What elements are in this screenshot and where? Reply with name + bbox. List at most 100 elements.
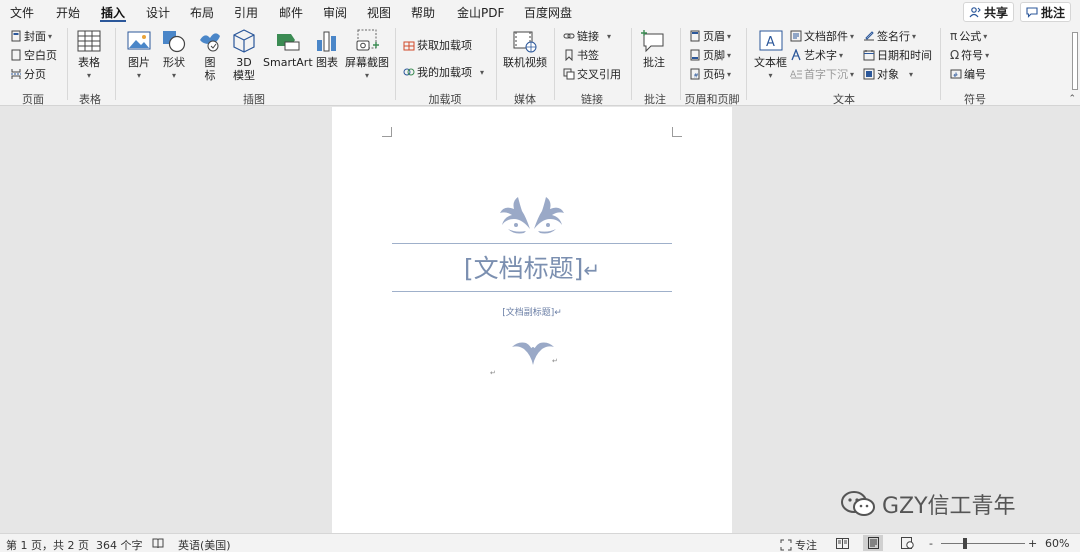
link-button[interactable]: 链接 ▾ — [563, 28, 611, 44]
cross-reference-button[interactable]: 交叉引用 — [563, 66, 621, 82]
cross-reference-icon — [563, 68, 575, 80]
collapse-ribbon-icon[interactable]: ⌃ — [1068, 94, 1076, 104]
screenshot-button[interactable]: 屏幕截图 ▾ — [345, 28, 389, 82]
menu-insert[interactable]: 插入 — [101, 4, 125, 21]
signature-icon — [864, 31, 874, 41]
smartart-button[interactable]: SmartArt — [263, 28, 313, 69]
menu-home[interactable]: 开始 — [56, 4, 80, 21]
picture-icon — [127, 31, 151, 50]
menu-wps-pdf[interactable]: 金山PDF — [457, 4, 504, 21]
equation-button[interactable]: π 公式 ▾ — [950, 28, 987, 44]
bookmark-icon — [565, 49, 573, 61]
signature-line-button[interactable]: 签名行 ▾ — [863, 28, 916, 44]
bottom-ornament-icon — [512, 342, 554, 365]
wordart-button[interactable]: 艺术字 ▾ — [790, 47, 843, 63]
document-page[interactable]: [文档标题]↵ [文档副标题]↵ ↵ ↵ — [332, 107, 732, 533]
bookmark-button[interactable]: 书签 — [563, 47, 599, 63]
chevron-down-icon: ▾ — [86, 71, 91, 80]
text-box-icon: A — [759, 30, 782, 51]
new-comment-button[interactable]: 批注 — [641, 28, 667, 69]
active-tab-indicator — [100, 20, 126, 22]
page-break-label: 分页 — [24, 68, 46, 81]
zoom-level[interactable]: 60% — [1045, 537, 1069, 550]
group-label-comments: 批注 — [644, 93, 666, 106]
share-button[interactable]: 共享 — [963, 2, 1015, 22]
ribbon-separator — [680, 28, 681, 100]
menu-review[interactable]: 审阅 — [323, 4, 347, 21]
drop-cap-button[interactable]: A 首字下沉 ▾ — [790, 66, 854, 82]
header-button[interactable]: 页眉 ▾ — [689, 28, 731, 44]
share-label: 共享 — [984, 5, 1009, 20]
menu-view[interactable]: 视图 — [367, 4, 391, 21]
status-bar: 第 1 页，共 2 页 364 个字 英语(美国) 专注 - + 60% — [0, 533, 1080, 552]
menu-baidu-netdisk[interactable]: 百度网盘 — [524, 4, 572, 21]
document-subtitle[interactable]: [文档副标题]↵ — [332, 305, 732, 318]
footer-button[interactable]: 页脚 ▾ — [689, 47, 731, 63]
paragraph-mark-icon: ↵ — [490, 369, 496, 377]
document-title-text[interactable]: [文档标题] — [464, 254, 584, 283]
numbering-label: 编号 — [964, 68, 986, 81]
footer-label: 页脚 — [703, 49, 725, 62]
word-count[interactable]: 364 个字 — [96, 537, 143, 552]
proofing-icon[interactable] — [152, 537, 164, 552]
ribbon-separator — [67, 28, 68, 100]
group-label-header-footer: 页眉和页脚 — [684, 93, 740, 106]
comments-button[interactable]: 批注 — [1020, 2, 1072, 22]
my-addins-button[interactable]: 我的加载项 ▾ — [403, 64, 484, 80]
print-layout-view-button[interactable] — [863, 535, 883, 551]
comments-label: 批注 — [1041, 5, 1066, 20]
group-label-text: 文本 — [833, 93, 855, 106]
shapes-button[interactable]: 形状 ▾ — [161, 28, 187, 82]
equation-label: 公式 — [959, 30, 982, 43]
scrollbar-thumb[interactable] — [1073, 33, 1077, 89]
blank-page-button[interactable]: 空白页 — [10, 47, 57, 63]
zoom-slider-track[interactable] — [941, 543, 1025, 544]
zoom-in-button[interactable]: + — [1028, 537, 1037, 550]
menu-design[interactable]: 设计 — [146, 4, 170, 21]
chevron-down-icon: ▾ — [983, 31, 988, 41]
store-icon — [403, 41, 415, 51]
3d-model-button[interactable]: 3D 模型 — [231, 28, 257, 82]
menu-layout[interactable]: 布局 — [190, 4, 214, 21]
symbol-button[interactable]: Ω 符号 ▾ — [950, 47, 989, 63]
picture-button[interactable]: 图片 ▾ — [126, 28, 152, 82]
addin-icon — [403, 68, 415, 76]
chevron-down-icon: ▾ — [48, 31, 53, 41]
chevron-down-icon: ▾ — [850, 31, 855, 41]
signature-line-label: 签名行 — [877, 30, 910, 43]
document-subtitle-text[interactable]: [文档副标题] — [502, 308, 554, 318]
get-addins-button[interactable]: 获取加载项 — [403, 37, 472, 53]
zoom-slider-thumb[interactable] — [963, 538, 967, 549]
group-label-illustrations: 插图 — [243, 93, 265, 106]
object-button[interactable]: 对象 ▾ — [863, 66, 913, 82]
page-number-button[interactable]: # 页码 ▾ — [689, 66, 731, 82]
language[interactable]: 英语(美国) — [178, 537, 231, 552]
date-time-button[interactable]: 日期和时间 — [863, 47, 932, 63]
read-mode-icon — [835, 537, 849, 549]
zoom-out-button[interactable]: - — [929, 537, 933, 550]
page-count[interactable]: 第 1 页，共 2 页 — [6, 537, 89, 552]
text-box-button[interactable]: A 文本框 ▾ — [754, 28, 787, 82]
menu-mailings[interactable]: 邮件 — [279, 4, 303, 21]
chart-button[interactable]: 图表 — [314, 28, 340, 69]
table-button[interactable]: 表格 ▾ — [76, 28, 102, 82]
focus-mode-button[interactable]: 专注 — [780, 537, 817, 552]
page-break-button[interactable]: 分页 — [10, 66, 46, 82]
menu-references[interactable]: 引用 — [234, 4, 258, 21]
document-workspace: [文档标题]↵ [文档副标题]↵ ↵ ↵ — [0, 107, 1080, 533]
icons-button[interactable]: 图 标 — [197, 28, 223, 82]
numbering-button[interactable]: # 编号 — [950, 66, 986, 82]
web-layout-view-button[interactable] — [897, 535, 917, 551]
read-mode-view-button[interactable] — [832, 535, 852, 551]
ribbon-scroll-button[interactable] — [1072, 32, 1078, 90]
document-title[interactable]: [文档标题]↵ — [332, 249, 732, 285]
online-video-button[interactable]: 联机视频 — [503, 28, 547, 69]
page-break-icon — [11, 69, 21, 79]
cover-page-button[interactable]: 封面 ▾ — [10, 28, 52, 44]
menu-file[interactable]: 文件 — [10, 4, 34, 21]
shapes-label: 形状 — [163, 56, 185, 69]
picture-label: 图片 — [128, 56, 150, 69]
menu-help[interactable]: 帮助 — [411, 4, 435, 21]
quick-parts-button[interactable]: 文档部件 ▾ — [790, 28, 854, 44]
comment-icon — [1026, 7, 1038, 18]
